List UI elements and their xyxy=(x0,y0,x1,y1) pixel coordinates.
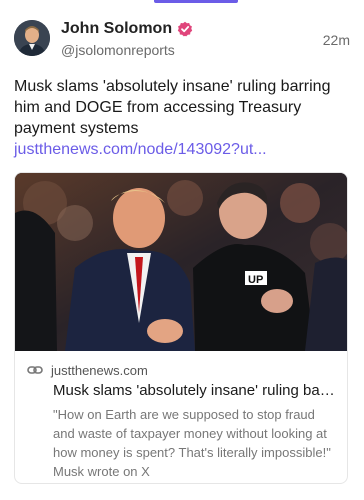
link-title[interactable]: Musk slams 'absolutely insane' ruling ba… xyxy=(53,382,337,399)
svg-text:UP: UP xyxy=(248,274,263,286)
post-timestamp[interactable]: 22m xyxy=(323,32,350,48)
verified-badge-icon xyxy=(177,21,193,37)
link-domain-row: justthenews.com xyxy=(27,362,335,378)
link-preview-meta: justthenews.com Musk slams 'absolutely i… xyxy=(27,362,337,481)
avatar[interactable] xyxy=(14,20,50,56)
link-preview-card[interactable]: UP justthenews.com Musk slams 'absolutel… xyxy=(14,172,348,484)
link-description: "How on Earth are we supposed to stop fr… xyxy=(53,407,331,479)
author-display-name[interactable]: John Solomon xyxy=(61,20,172,38)
post-body-text: Musk slams 'absolutely insane' ruling ba… xyxy=(14,78,331,137)
author-name-row: John Solomon xyxy=(61,20,193,38)
post-text: Musk slams 'absolutely insane' ruling ba… xyxy=(14,76,350,160)
active-tab-indicator xyxy=(154,0,238,3)
post-link[interactable]: justthenews.com/node/143092?ut... xyxy=(14,141,267,158)
link-domain: justthenews.com xyxy=(51,362,148,378)
link-preview-image[interactable]: UP xyxy=(15,173,347,351)
post-header: John Solomon @jsolomonreports 22m xyxy=(14,18,350,62)
author-handle[interactable]: @jsolomonreports xyxy=(61,42,175,58)
link-icon xyxy=(27,362,43,378)
